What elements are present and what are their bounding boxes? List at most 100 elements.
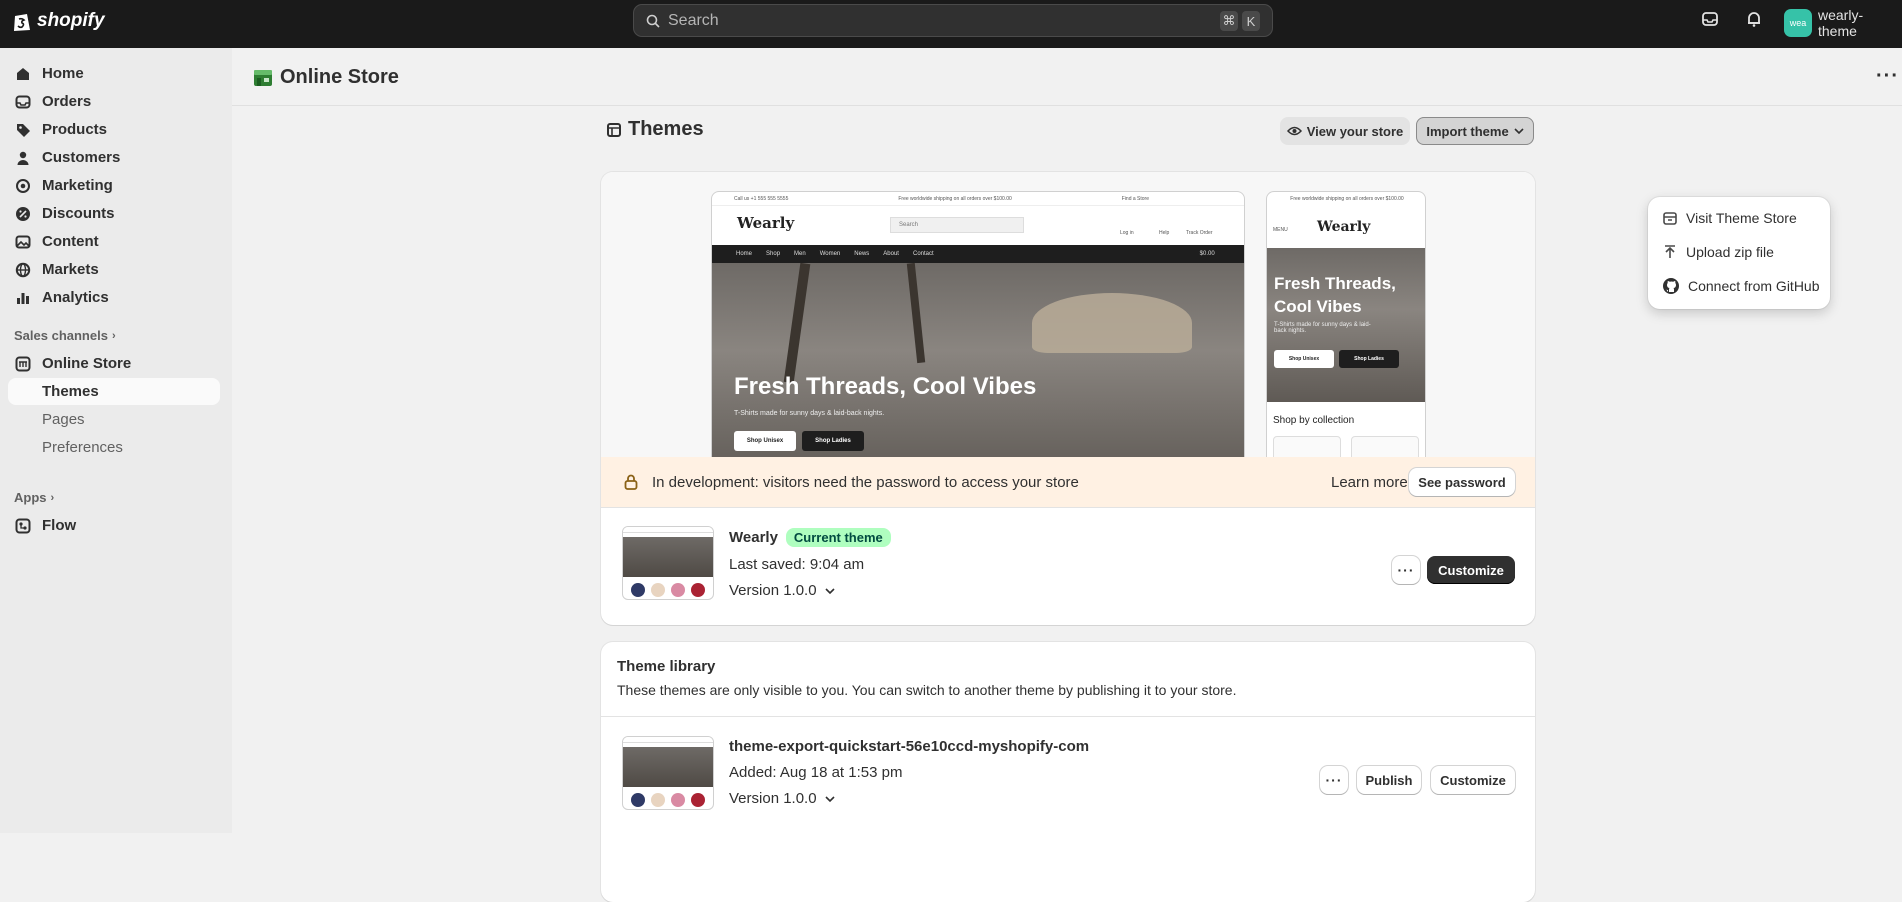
logo-text: shopify [37,10,105,31]
search-icon [646,14,660,28]
library-theme-added: Added: Aug 18 at 1:53 pm [729,764,903,781]
more-actions-icon[interactable]: ··· [1876,66,1899,86]
preview-nav-item: Women [819,251,841,257]
sidebar-item-flow[interactable]: Flow [8,512,220,539]
mobile-preview: Free worldwide shipping on all orders ov… [1266,191,1426,481]
preview-nav-item: About [883,251,899,257]
tag-icon [14,121,32,139]
sales-channels-heading[interactable]: Sales channels › [14,328,116,343]
preview-track: Track Order [1186,230,1213,236]
preview-menu: MENU [1273,227,1288,233]
search-placeholder: Search [668,11,719,29]
preview-mobile-sub: T-Shirts made for sunny days & laid-back… [1274,322,1371,334]
preview-shipping: Free worldwide shipping on all orders ov… [898,195,1012,202]
page-title: Online Store [252,66,399,89]
menu-item-upload-zip[interactable]: Upload zip file [1654,237,1824,267]
sidebar-item-discounts[interactable]: Discounts [8,200,220,227]
preview-mobile-title: Cool Vibes [1274,297,1362,316]
library-theme-thumbnail[interactable] [622,736,714,810]
main-content: Online Store ··· Themes View your store … [232,48,1902,902]
preview-nav-item: Shop [766,251,781,257]
menu-item-visit-theme-store[interactable]: Visit Theme Store [1654,203,1824,233]
theme-preview[interactable]: Call us +1 555 555 5555 Free worldwide s… [601,172,1535,481]
home-icon [14,65,32,83]
sidebar-item-home[interactable]: Home [8,60,220,87]
view-store-label: View your store [1306,123,1404,139]
preview-hero-title: Fresh Threads, Cool Vibes [734,373,1037,400]
last-saved-text: Last saved: 9:04 am [729,556,865,573]
preview-help: Help [1159,230,1170,236]
apps-label: Apps [14,490,47,505]
preview-hero-button: Shop Unisex [734,431,796,451]
sales-channels-label: Sales channels [14,328,108,343]
status-badge: Current theme [785,528,891,547]
search-input[interactable]: Search ⌘ K [633,4,1273,37]
bell-icon[interactable] [1745,10,1763,28]
sidebar-item-content[interactable]: Content [8,228,220,255]
sidebar-item-analytics[interactable]: Analytics [8,284,220,311]
preview-hero-button: Shop Ladies [802,431,864,451]
sidebar-item-label: Orders [42,93,92,110]
menu-item-label: Visit Theme Store [1686,210,1797,226]
themes-icon [607,122,621,137]
apps-heading[interactable]: Apps › [14,490,54,505]
sidebar-item-orders[interactable]: Orders [8,88,220,115]
themes-heading-text: Themes [628,118,704,140]
library-theme-actions-icon[interactable]: ··· [1320,766,1348,794]
shopify-logo[interactable]: shopify [12,10,105,32]
preview-nav-item: Men [794,251,806,257]
learn-more-link[interactable]: Learn more [1331,474,1408,491]
sidebar-subitem-pages[interactable]: Pages [8,406,220,433]
sidebar-item-label: Customers [42,149,121,166]
sidebar-item-customers[interactable]: Customers [8,144,220,171]
sidebar-item-products[interactable]: Products [8,116,220,143]
inbox-icon[interactable] [1701,10,1719,28]
chevron-down-icon [1514,128,1524,135]
store-icon [1663,212,1677,225]
theme-library-card: Theme library These themes are only visi… [601,642,1535,902]
library-description: These themes are only visible to you. Yo… [617,682,1237,698]
shopify-bag-icon [14,14,30,31]
sidebar-item-label: Discounts [42,205,115,222]
current-theme-name-row: Wearly Current theme [729,528,891,547]
publish-button[interactable]: Publish [1357,766,1421,794]
preview-brand: Wearly [1317,219,1371,235]
preview-collection-heading: Shop by collection [1273,415,1355,426]
import-theme-button[interactable]: Import theme [1416,117,1534,145]
current-theme-thumbnail[interactable] [622,526,714,600]
theme-actions-icon[interactable]: ··· [1392,556,1420,584]
library-theme-name: theme-export-quickstart-56e10ccd-myshopi… [729,738,1090,755]
chevron-down-icon [824,795,835,802]
preview-announcement: Call us +1 555 555 5555 [734,195,789,202]
preview-brand: Wearly [737,214,795,232]
sidebar-subitem-themes[interactable]: Themes [8,378,220,405]
menu-item-label: Upload zip file [1686,244,1774,260]
shortcut-cmd: ⌘ [1220,11,1238,31]
sidebar-subitem-preferences[interactable]: Preferences [8,434,220,461]
sidebar-item-label: Analytics [42,289,109,306]
sidebar-item-label: Marketing [42,177,113,194]
library-version-selector[interactable]: Version 1.0.0 [729,790,835,807]
preview-nav-item: Home [736,251,753,257]
import-theme-menu: Visit Theme Store Upload zip file Connec… [1648,197,1830,309]
library-customize-button[interactable]: Customize [1431,766,1515,794]
menu-item-connect-github[interactable]: Connect from GitHub [1654,271,1824,301]
view-store-button[interactable]: View your store [1280,117,1410,145]
customize-button[interactable]: Customize [1427,556,1515,584]
sidebar-item-markets[interactable]: Markets [8,256,220,283]
sidebar-item-marketing[interactable]: Marketing [8,172,220,199]
version-selector[interactable]: Version 1.0.0 [729,582,835,599]
shortcut-key: K [1242,11,1260,31]
flow-icon [14,517,32,535]
sidebar-item-label: Markets [42,261,99,278]
version-label: Version 1.0.0 [729,790,817,807]
sidebar-subitem-label: Preferences [42,439,123,456]
see-password-button[interactable]: See password [1409,468,1515,496]
upload-icon [1665,245,1675,258]
store-icon [14,355,32,373]
sidebar-item-label: Home [42,65,84,82]
divider [232,105,1902,106]
sidebar-item-online-store[interactable]: Online Store [8,350,220,377]
target-icon [14,177,32,195]
store-switcher[interactable]: wea wearly-theme [1784,7,1902,39]
